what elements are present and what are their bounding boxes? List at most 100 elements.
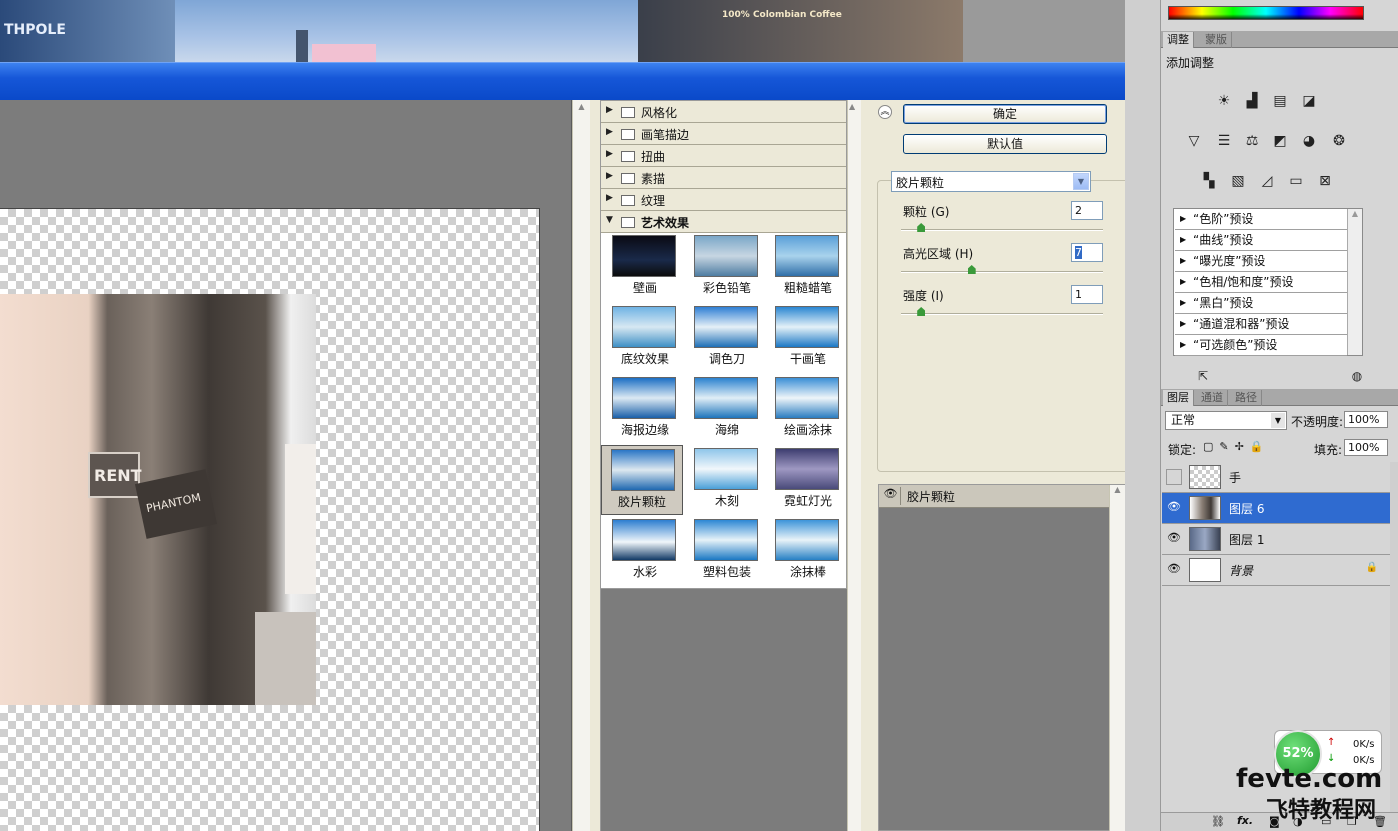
filter-thumbnail <box>694 519 758 561</box>
preset-exposure[interactable]: ▶ “曝光度”预设 <box>1175 251 1347 272</box>
eye-icon[interactable]: 👁 <box>881 487 901 505</box>
filter-sponge[interactable]: 海绵 <box>688 375 762 439</box>
category-sketch[interactable]: ▶ 素描 <box>601 167 846 189</box>
layer-thumbnail <box>1189 558 1221 582</box>
highlight-area-input[interactable]: 7 <box>1071 243 1103 262</box>
filter-smudge-stick[interactable]: 涂抹棒 <box>769 517 843 581</box>
default-button[interactable]: 默认值 <box>903 134 1107 154</box>
hue-saturation-icon[interactable]: ☰ <box>1213 131 1235 151</box>
preset-levels[interactable]: ▶ “色阶”预设 <box>1175 209 1347 230</box>
filter-palette-knife[interactable]: 调色刀 <box>688 304 762 368</box>
tab-adjustments[interactable]: 调整 <box>1163 32 1194 48</box>
eye-icon[interactable]: 👁 <box>1166 562 1182 578</box>
fx-icon[interactable]: fx. <box>1237 814 1253 827</box>
filter-select[interactable]: 胶片颗粒 ▼ <box>891 171 1091 192</box>
invert-icon[interactable]: ▚ <box>1198 171 1220 191</box>
layers-scrollbar[interactable] <box>1390 462 1398 812</box>
visibility-toggle[interactable] <box>1166 469 1182 485</box>
layer-row-background[interactable]: 👁 背景 🔒 <box>1162 555 1390 586</box>
filter-thumbnail <box>775 306 839 348</box>
preset-selective-color[interactable]: ▶ “可选颜色”预设 <box>1175 335 1347 356</box>
preset-curves[interactable]: ▶ “曲线”预设 <box>1175 230 1347 251</box>
preset-channel-mixer[interactable]: ▶ “通道混和器”预设 <box>1175 314 1347 335</box>
filter-cutout[interactable]: 木刻 <box>688 446 762 510</box>
layer-row-layer6[interactable]: 👁 图层 6 <box>1162 493 1390 524</box>
curves-icon[interactable]: ▤ <box>1269 91 1291 111</box>
layer-thumbnail <box>1189 527 1221 551</box>
category-texture[interactable]: ▶ 纹理 <box>601 189 846 211</box>
tool-options-strip <box>1125 0 1161 831</box>
filter-gallery-list: ▶ 风格化 ▶ 画笔描边 ▶ 扭曲 ▶ 素描 ▶ 纹理 ▼ 艺术效果 壁画 彩色… <box>600 100 847 589</box>
clip-to-layer-icon[interactable]: ◍ <box>1346 366 1368 386</box>
intensity-slider[interactable] <box>901 313 1103 315</box>
opacity-input[interactable]: 100% <box>1344 411 1388 428</box>
black-white-icon[interactable]: ◩ <box>1269 131 1291 151</box>
filter-neon-glow[interactable]: 霓虹灯光 <box>769 446 843 510</box>
preset-black-white[interactable]: ▶ “黑白”预设 <box>1175 293 1347 314</box>
filter-paint-daubs[interactable]: 绘画涂抹 <box>769 375 843 439</box>
dialog-title-bar[interactable] <box>0 62 1143 100</box>
grain-input[interactable]: 2 <box>1071 201 1103 220</box>
category-artistic[interactable]: ▼ 艺术效果 <box>601 211 846 233</box>
category-label: 画笔描边 <box>641 128 690 142</box>
tab-layers[interactable]: 图层 <box>1163 390 1194 406</box>
brightness-icon[interactable]: ☀ <box>1213 91 1235 111</box>
collapse-gallery-icon[interactable]: ︽ <box>878 105 892 119</box>
filter-film-grain[interactable]: 胶片颗粒 <box>601 445 683 515</box>
eye-icon[interactable]: 👁 <box>1166 500 1182 516</box>
filter-thumbnail <box>775 235 839 277</box>
filter-colored-pencil[interactable]: 彩色铅笔 <box>688 233 762 297</box>
grain-slider[interactable] <box>901 229 1103 231</box>
preview-image: RENT PHANTOM <box>0 294 316 705</box>
link-icon[interactable]: ⛓ <box>1211 815 1225 828</box>
effect-layers-panel <box>878 484 1125 831</box>
layer-row-hand[interactable]: 手 <box>1162 462 1390 493</box>
exposure-icon[interactable]: ◪ <box>1298 91 1320 111</box>
posterize-icon[interactable]: ▧ <box>1227 171 1249 191</box>
preset-label: “黑白”预设 <box>1193 296 1254 310</box>
layer-row-layer1[interactable]: 👁 图层 1 <box>1162 524 1390 555</box>
selective-color-icon[interactable]: ⊠ <box>1314 171 1336 191</box>
category-stylize[interactable]: ▶ 风格化 <box>601 101 846 123</box>
threshold-icon[interactable]: ◿ <box>1256 171 1278 191</box>
tab-paths[interactable]: 路径 <box>1231 390 1262 406</box>
filter-rough-pastels[interactable]: 粗糙蜡笔 <box>769 233 843 297</box>
filter-fresco[interactable]: 壁画 <box>606 233 680 297</box>
effect-layer-row[interactable]: 👁 胶片颗粒 <box>879 485 1109 508</box>
blend-mode-select[interactable]: 正常 ▼ <box>1165 411 1287 430</box>
channel-mixer-icon[interactable]: ❂ <box>1328 131 1350 151</box>
gallery-scrollbar[interactable]: ▲ <box>847 100 861 831</box>
eye-icon[interactable]: 👁 <box>1166 531 1182 547</box>
levels-icon[interactable]: ▟ <box>1241 91 1263 111</box>
folder-icon <box>621 129 635 140</box>
preset-scrollbar[interactable]: ▲ <box>1347 209 1362 355</box>
effect-layers-scrollbar[interactable]: ▲ <box>1109 485 1125 831</box>
tab-masks[interactable]: 蒙版 <box>1201 32 1232 48</box>
lock-icons[interactable]: ▢✎✢🔒 <box>1203 440 1270 453</box>
filter-plastic-wrap[interactable]: 塑料包装 <box>688 517 762 581</box>
photo-filter-icon[interactable]: ◕ <box>1298 131 1320 151</box>
vibrance-icon[interactable]: ▽ <box>1183 131 1205 151</box>
intensity-label: 强度 (I) <box>903 289 944 303</box>
filter-dry-brush[interactable]: 干画笔 <box>769 304 843 368</box>
filter-watercolor[interactable]: 水彩 <box>606 517 680 581</box>
highlight-area-slider[interactable] <box>901 271 1103 273</box>
category-label: 纹理 <box>641 194 666 208</box>
preset-hue-saturation[interactable]: ▶ “色相/饱和度”预设 <box>1175 272 1347 293</box>
lock-label: 锁定: <box>1168 443 1197 457</box>
filter-label: 彩色铅笔 <box>702 281 751 295</box>
filter-thumbnail <box>611 449 675 491</box>
ok-button[interactable]: 确定 <box>903 104 1107 124</box>
tab-channels[interactable]: 通道 <box>1197 390 1228 406</box>
gradient-map-icon[interactable]: ▭ <box>1285 171 1307 191</box>
intensity-input[interactable]: 1 <box>1071 285 1103 304</box>
filter-underpainting[interactable]: 底纹效果 <box>606 304 680 368</box>
color-spectrum[interactable] <box>1168 6 1364 20</box>
color-balance-icon[interactable]: ⚖ <box>1241 131 1263 151</box>
category-brush-strokes[interactable]: ▶ 画笔描边 <box>601 123 846 145</box>
category-distort[interactable]: ▶ 扭曲 <box>601 145 846 167</box>
preview-scrollbar[interactable]: ▲ <box>572 100 590 831</box>
fill-input[interactable]: 100% <box>1344 439 1388 456</box>
filter-poster-edges[interactable]: 海报边缘 <box>606 375 680 439</box>
return-to-list-icon[interactable]: ⇱ <box>1192 366 1214 386</box>
